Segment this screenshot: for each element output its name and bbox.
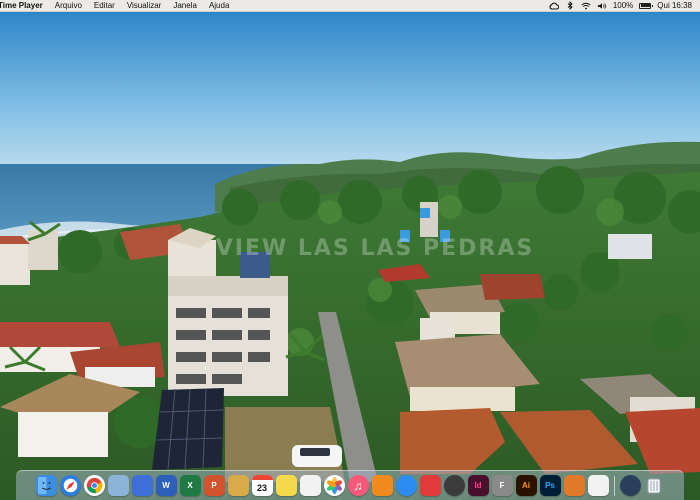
menu-bar: Time Player Arquivo Editar Visualizar Ja… (0, 0, 700, 12)
dock-icon-label: Ai (522, 481, 530, 490)
app-menu[interactable]: Time Player (0, 1, 49, 10)
finder-icon[interactable] (35, 475, 57, 496)
slides-icon[interactable] (563, 475, 585, 496)
dock: W X P 23 ♫ Id F Ai Ps (16, 470, 684, 500)
creative-cloud-icon[interactable] (549, 1, 559, 10)
powerpoint-icon[interactable]: P (203, 475, 225, 496)
battery-fill (640, 4, 651, 7)
stickies-icon[interactable] (275, 475, 297, 496)
dock-icon-label: X (187, 481, 193, 490)
menu-editar[interactable]: Editar (88, 1, 121, 10)
bluetooth-icon[interactable] (565, 1, 575, 10)
font-book-icon[interactable]: F (491, 475, 513, 496)
safari-icon[interactable] (59, 475, 81, 496)
menu-arquivo[interactable]: Arquivo (49, 1, 88, 10)
menu-bar-left: Time Player Arquivo Editar Visualizar Ja… (0, 0, 235, 11)
notes-folder-icon[interactable] (227, 475, 249, 496)
word-icon[interactable]: W (155, 475, 177, 496)
app-store-icon[interactable] (395, 475, 417, 496)
white-car (292, 445, 342, 467)
illustrator-icon[interactable]: Ai (515, 475, 537, 496)
photos-icon[interactable] (323, 475, 345, 496)
dock-icon-label: W (162, 481, 170, 490)
dock-icon-label: F (499, 481, 505, 490)
dock-icon-label: Ps (545, 481, 555, 490)
status-area: 100% Qui 16:38 (549, 0, 700, 11)
chrome-icon[interactable] (83, 475, 105, 496)
video-watermark: VIEW LAS LAS PEDRAS (215, 236, 535, 261)
calendar-icon[interactable]: 23 (251, 475, 273, 496)
excel-icon[interactable]: X (179, 475, 201, 496)
battery-icon[interactable] (639, 2, 654, 9)
music-icon[interactable]: ♫ (347, 475, 369, 496)
openai-icon[interactable] (443, 475, 465, 496)
keynote-stand-icon[interactable] (131, 475, 153, 496)
trash-icon[interactable] (644, 475, 665, 496)
volume-icon[interactable] (597, 1, 607, 10)
menu-visualizar[interactable]: Visualizar (121, 1, 168, 10)
indesign-icon[interactable]: Id (467, 475, 489, 496)
reminders-icon[interactable] (299, 475, 321, 496)
menu-ajuda[interactable]: Ajuda (203, 1, 235, 10)
document-icon[interactable] (587, 475, 609, 496)
quicktime-icon[interactable] (619, 475, 641, 496)
sky (0, 12, 700, 167)
preview-icon[interactable] (107, 475, 129, 496)
solar-panels (152, 388, 224, 470)
wifi-icon[interactable] (581, 1, 591, 10)
dock-icon-label: Id (474, 481, 482, 490)
photoshop-icon[interactable]: Ps (539, 475, 561, 496)
battery-percentage[interactable]: 100% (613, 1, 633, 10)
dock-separator (613, 475, 615, 496)
books-icon[interactable] (371, 475, 393, 496)
dock-icon-label: 23 (256, 482, 267, 493)
menu-janela[interactable]: Janela (167, 1, 203, 10)
video-frame[interactable]: VIEW LAS LAS PEDRAS (0, 12, 700, 500)
vpn-icon[interactable] (419, 475, 441, 496)
dock-icon-label: P (211, 481, 217, 490)
clock[interactable]: Qui 16:38 (657, 1, 692, 10)
